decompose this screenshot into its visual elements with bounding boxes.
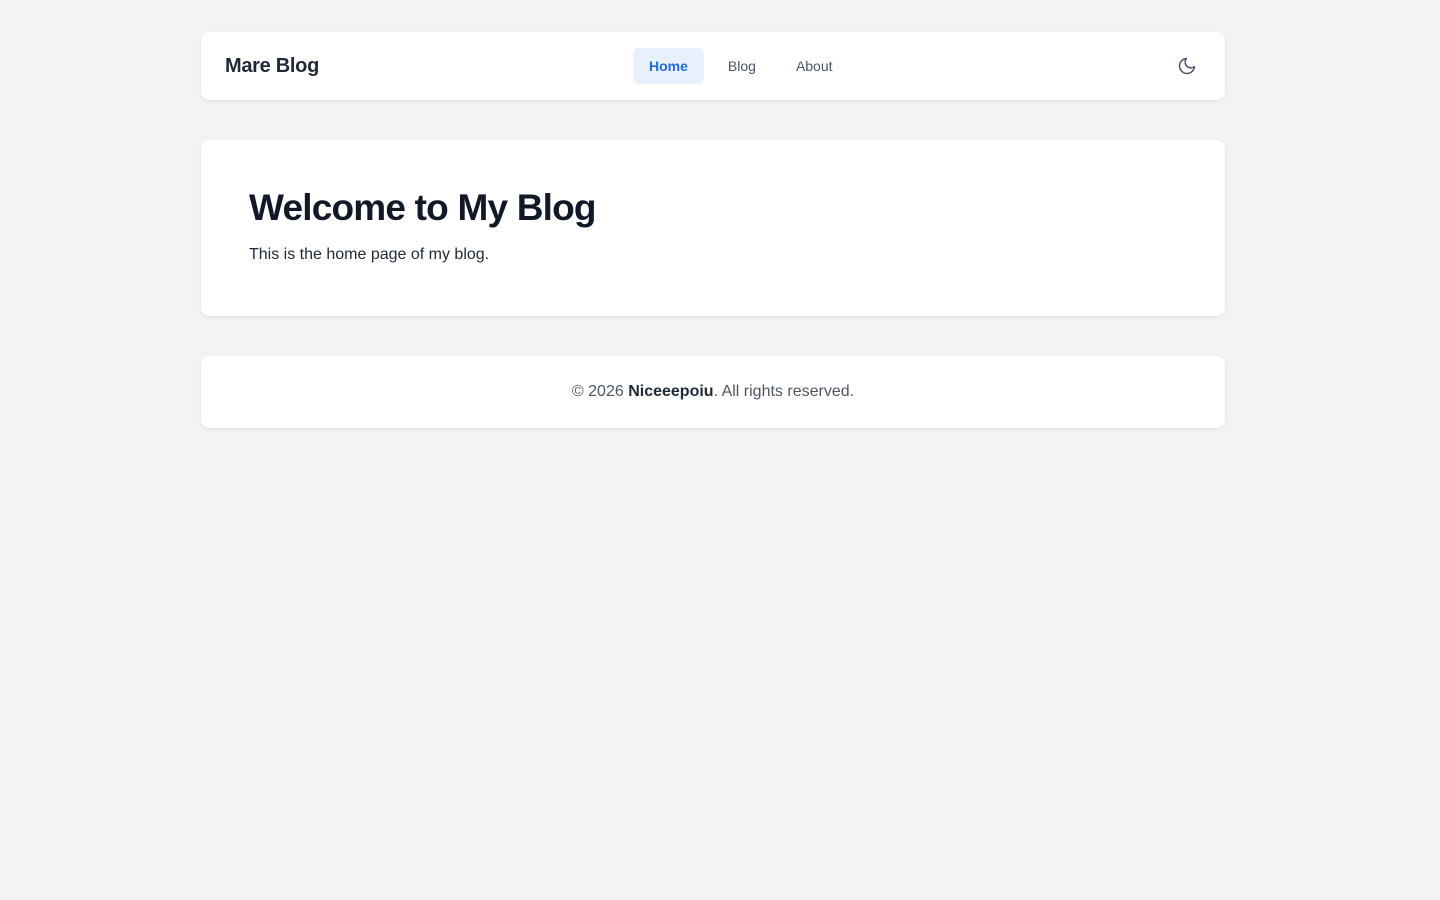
page-title: Welcome to My Blog	[249, 187, 597, 228]
nav-item-home[interactable]: Home	[633, 48, 704, 84]
main-nav: Home Blog About	[633, 48, 849, 84]
site-header: Mare Blog Home Blog About	[201, 32, 1225, 100]
page-description: This is the home page of my blog.	[249, 246, 490, 263]
site-footer: © 2026 Niceeepoiu. All rights reserved.	[201, 356, 1225, 428]
site-logo[interactable]: Mare Blog	[225, 55, 319, 78]
footer-prefix: © 2026	[571, 383, 629, 400]
footer-author: Niceeepoiu	[628, 383, 714, 400]
footer-copyright: © 2026 Niceeepoiu. All rights reserved.	[572, 383, 854, 401]
nav-item-about[interactable]: About	[780, 48, 849, 84]
hero-card: Welcome to My Blog This is the home page…	[201, 140, 1225, 316]
nav-item-blog[interactable]: Blog	[712, 48, 772, 84]
footer-suffix: . All rights reserved.	[713, 383, 855, 400]
moon-icon	[1178, 57, 1196, 75]
theme-toggle-button[interactable]	[1177, 56, 1197, 76]
